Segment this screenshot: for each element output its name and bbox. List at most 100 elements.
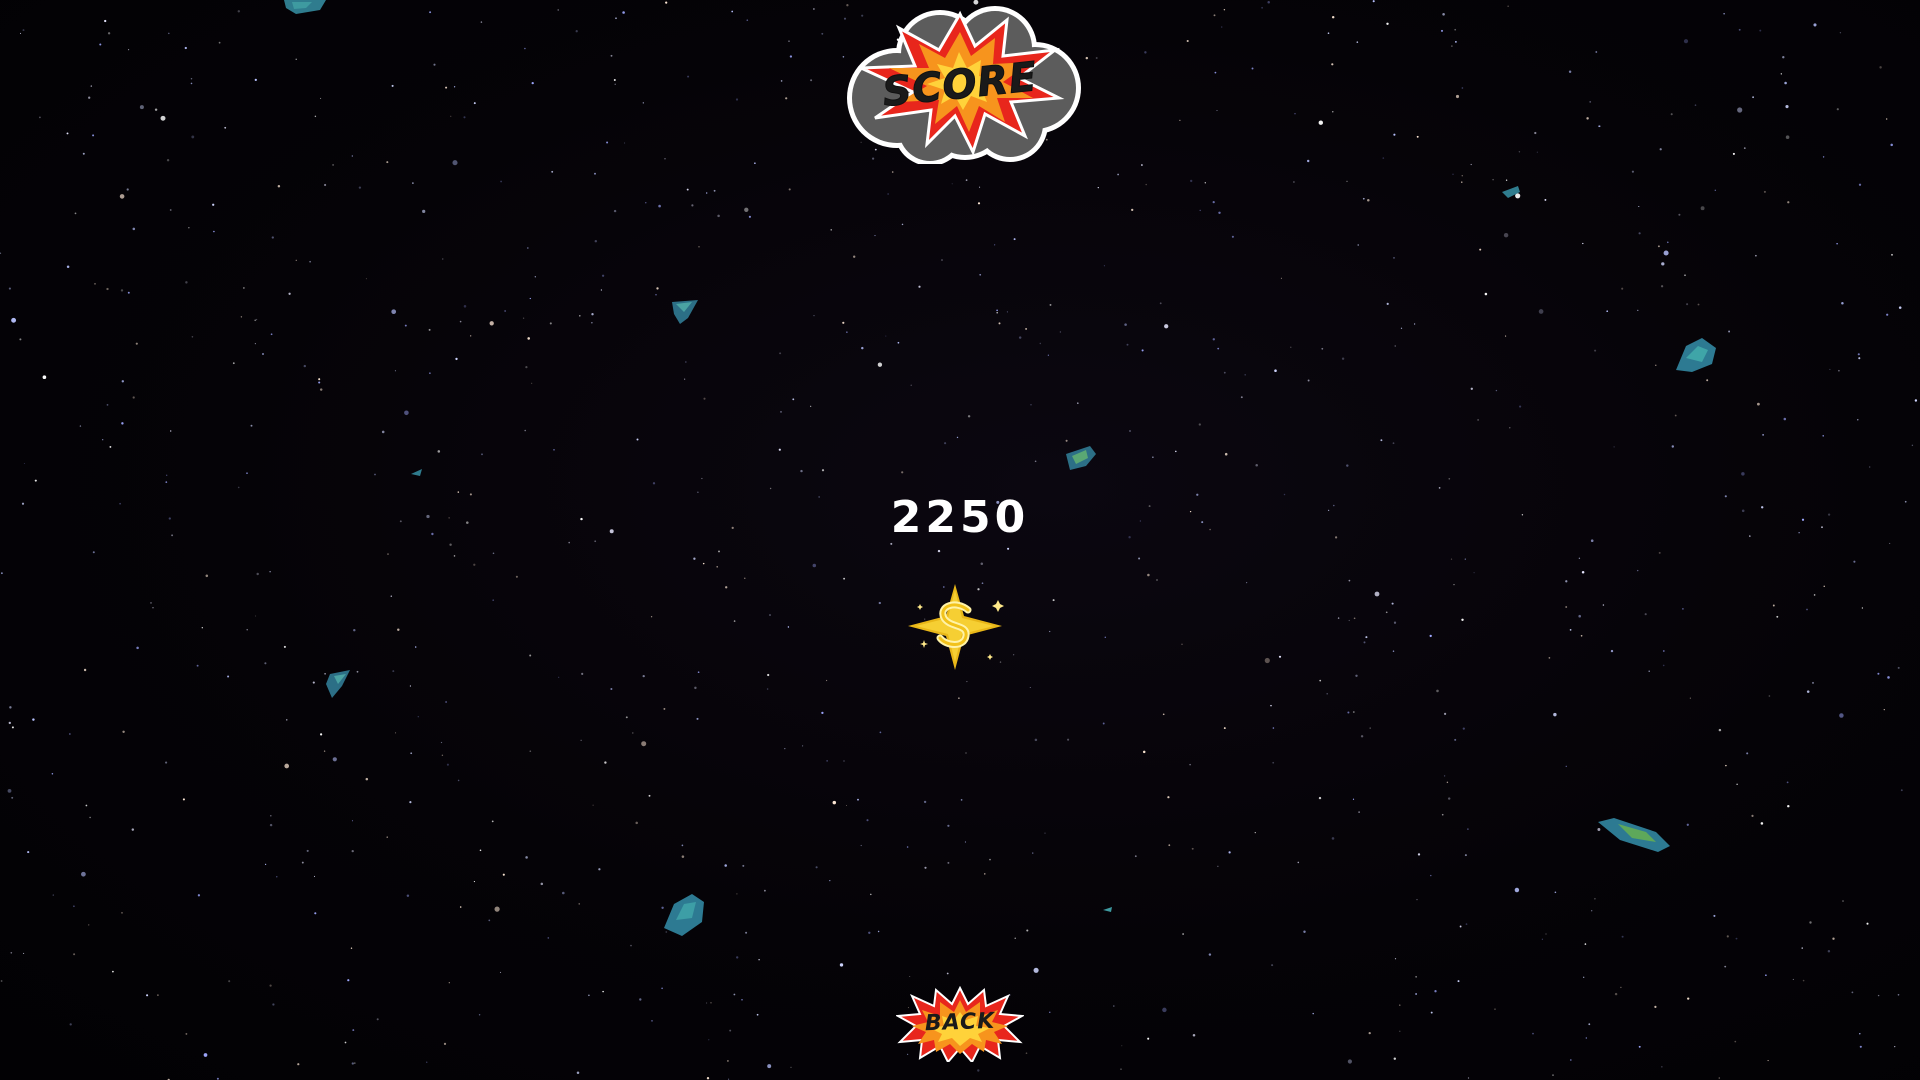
star [724,864,727,867]
star [466,521,469,524]
star [1813,594,1816,596]
star [1743,147,1746,149]
star [1360,735,1364,738]
star [733,620,736,622]
star [1451,45,1453,47]
star [1121,1045,1123,1047]
star [351,849,354,853]
star [1732,152,1735,155]
star [821,711,824,715]
star [22,29,25,32]
star [1554,891,1557,894]
star [1787,201,1790,204]
star [748,215,751,218]
star [318,381,321,384]
star [693,557,696,560]
star [1741,509,1745,513]
star [780,411,782,413]
star [1473,572,1475,574]
star [1836,108,1839,111]
star [701,477,703,480]
star [613,209,617,213]
star [1839,713,1844,718]
star [1801,518,1805,521]
star [1464,854,1467,857]
star [332,757,337,762]
star [1102,722,1105,725]
star [1346,464,1349,467]
star [1147,573,1150,577]
star [1886,313,1889,316]
star [958,697,960,699]
star [725,586,728,589]
star [594,540,597,543]
star [524,429,527,432]
star [1223,371,1226,374]
star [1156,579,1158,581]
star [332,163,335,166]
star [1399,1004,1401,1006]
star [846,331,848,333]
star [941,259,943,261]
star [1670,113,1673,116]
star [810,79,813,82]
star [829,879,831,882]
star [731,526,734,530]
star [1318,796,1322,800]
star [185,281,188,284]
star [1813,23,1817,27]
star [1734,1040,1737,1043]
star [1859,1032,1861,1035]
star [1785,105,1789,109]
star [937,549,941,553]
star [69,1023,72,1026]
star [1372,0,1375,3]
star [860,844,862,847]
star [394,370,396,372]
star [784,747,786,750]
star [478,1014,481,1016]
star [1507,5,1509,7]
star [69,733,71,735]
star [800,469,803,473]
star [1822,435,1824,437]
star [232,362,235,365]
star [694,686,697,690]
star [1654,1005,1657,1009]
star [639,998,642,1001]
star [1217,347,1220,350]
star [1209,528,1211,531]
back-button[interactable]: BACK [896,986,1024,1062]
star [19,32,22,34]
star [581,672,584,675]
star [1757,402,1760,406]
star [1687,997,1690,1000]
star [1706,379,1709,382]
star [998,322,1001,325]
star [1331,837,1335,840]
back-button-label: BACK [924,1008,996,1037]
star [562,891,565,895]
star [1503,232,1509,238]
star [473,881,475,883]
star [1255,463,1258,467]
star [1386,22,1389,25]
star [1714,189,1716,191]
star [1809,921,1812,924]
star [826,679,828,682]
star [710,1001,712,1004]
star [1866,922,1869,925]
game-scene: SCORE 2250 BACK [0,0,1920,1080]
star [1126,343,1129,346]
star [489,321,494,326]
star [1192,1034,1196,1037]
star [1859,1045,1862,1048]
star [256,572,259,576]
star [1812,681,1814,684]
star [92,134,95,137]
star [534,276,536,278]
star [588,994,590,997]
star [1455,41,1457,43]
star [979,273,982,276]
star [409,801,412,804]
